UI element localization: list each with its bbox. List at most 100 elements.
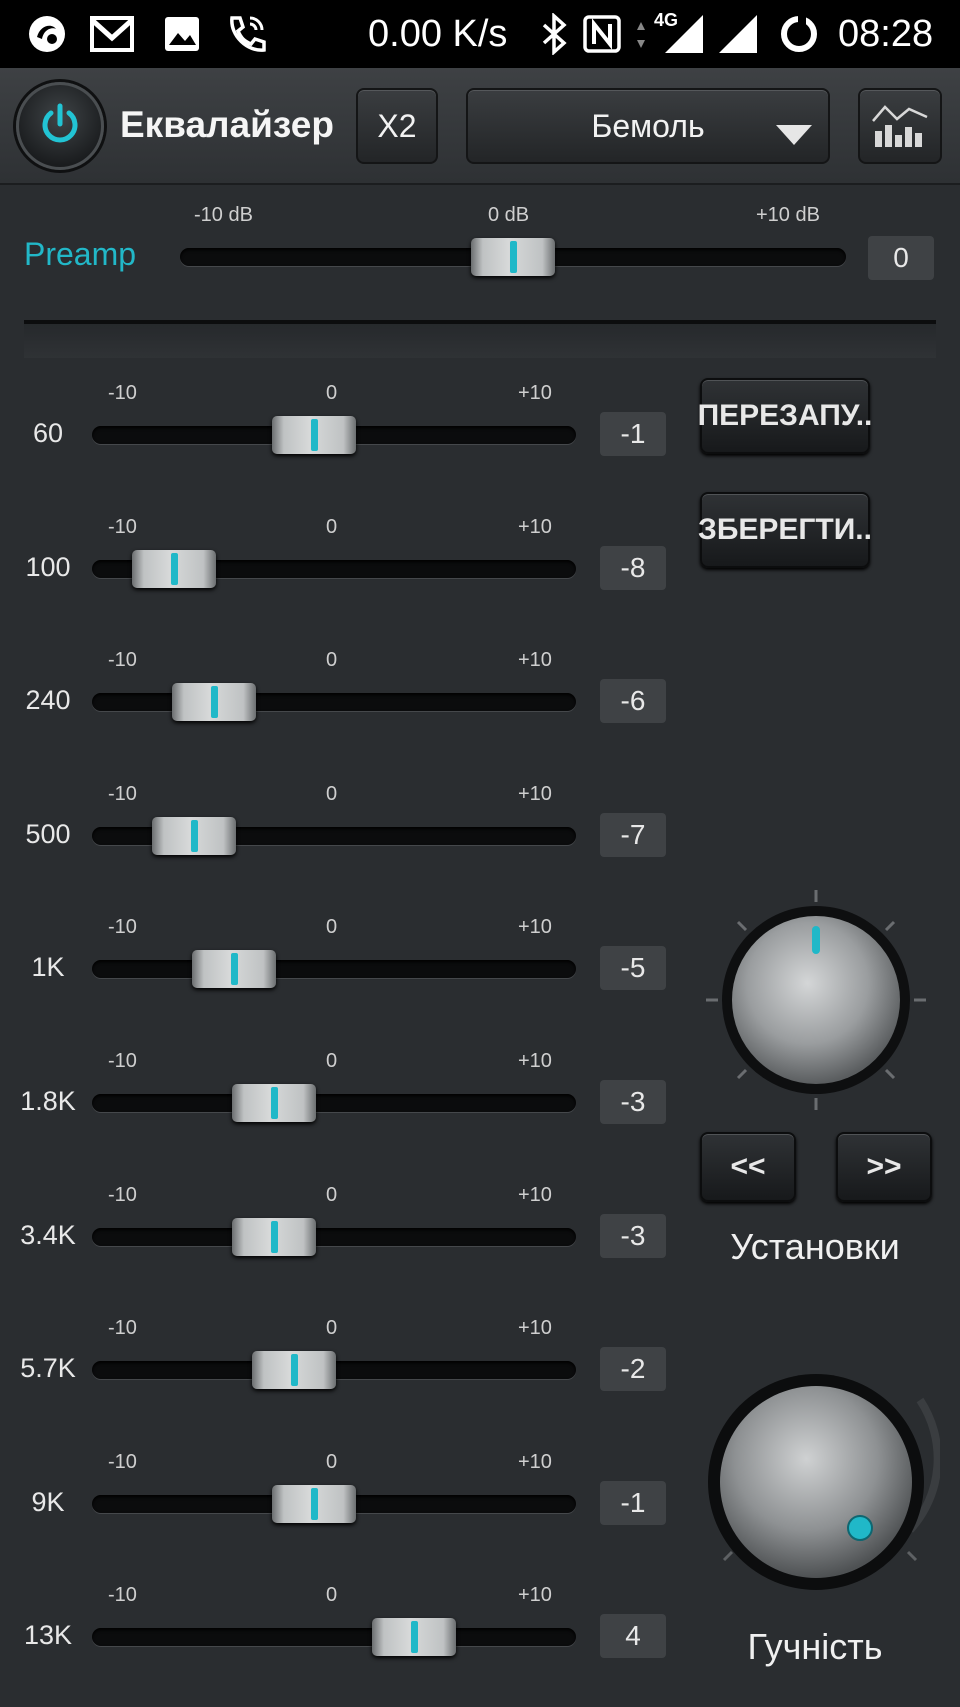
band-frequency-label: 500 bbox=[25, 819, 71, 849]
band-tick-min: -10 bbox=[108, 382, 137, 404]
spectrum-graph-button[interactable] bbox=[858, 88, 942, 164]
band-tick-mid: 0 bbox=[326, 649, 338, 671]
band-tick-min: -10 bbox=[108, 1184, 137, 1206]
divider bbox=[24, 320, 936, 358]
preset-value: Бемоль bbox=[591, 107, 705, 144]
band-tick-max: +10 bbox=[518, 1317, 552, 1339]
signal-icon bbox=[662, 12, 706, 56]
band-tick-min: -10 bbox=[108, 1317, 137, 1339]
band-slider-thumb[interactable] bbox=[372, 1618, 456, 1656]
preamp-tick-max: +10 dB bbox=[756, 204, 820, 226]
band-value: -2 bbox=[600, 1347, 666, 1391]
band-frequency-label: 240 bbox=[25, 685, 71, 715]
band-value: -1 bbox=[600, 412, 666, 456]
preset-dropdown[interactable]: Бемоль bbox=[466, 88, 830, 164]
band-tick-max: +10 bbox=[518, 516, 552, 538]
band-slider-track[interactable] bbox=[92, 693, 576, 711]
band-tick-max: +10 bbox=[518, 1584, 552, 1606]
band-slider-thumb[interactable] bbox=[232, 1218, 316, 1256]
save-label: ЗБЕРЕГТИ.. bbox=[698, 513, 872, 546]
band-tick-mid: 0 bbox=[326, 1451, 338, 1473]
band-tick-max: +10 bbox=[518, 783, 552, 805]
band-slider-thumb[interactable] bbox=[272, 416, 356, 454]
band-tick-max: +10 bbox=[518, 1451, 552, 1473]
save-button[interactable]: ЗБЕРЕГТИ.. bbox=[698, 492, 872, 568]
band-slider-thumb[interactable] bbox=[152, 817, 236, 855]
band-tick-mid: 0 bbox=[326, 783, 338, 805]
page-title: Еквалайзер bbox=[120, 104, 334, 145]
wifi-calling-icon bbox=[222, 12, 270, 56]
band-frequency-label: 5.7K bbox=[20, 1353, 76, 1383]
band-slider-thumb[interactable] bbox=[272, 1485, 356, 1523]
band-tick-max: +10 bbox=[518, 1050, 552, 1072]
band-slider-thumb[interactable] bbox=[132, 550, 216, 588]
band-frequency-label: 3.4K bbox=[20, 1220, 76, 1250]
volume-knob-label: Гучність bbox=[747, 1626, 883, 1667]
band-slider-track[interactable] bbox=[92, 1228, 576, 1246]
power-icon bbox=[37, 101, 83, 152]
band-tick-max: +10 bbox=[518, 649, 552, 671]
clock: 08:28 bbox=[838, 13, 934, 55]
x2-button[interactable]: X2 bbox=[356, 88, 438, 164]
band-frequency-label: 100 bbox=[25, 552, 71, 582]
signal-icon bbox=[716, 12, 760, 56]
spectrum-graph-icon bbox=[869, 97, 931, 156]
preamp-slider-thumb[interactable] bbox=[471, 238, 555, 276]
band-value: 4 bbox=[600, 1614, 666, 1658]
band-frequency-label: 1.8K bbox=[20, 1086, 76, 1116]
band-tick-max: +10 bbox=[518, 1184, 552, 1206]
band-frequency-label: 9K bbox=[31, 1487, 65, 1517]
band-tick-mid: 0 bbox=[326, 1317, 338, 1339]
band-tick-min: -10 bbox=[108, 916, 137, 938]
volume-knob[interactable] bbox=[700, 1370, 942, 1590]
net-speed: 0.00 K/s bbox=[368, 13, 508, 55]
band-slider-track[interactable] bbox=[92, 1628, 576, 1646]
band-frequency-label: 13K bbox=[23, 1620, 73, 1650]
bluetooth-icon bbox=[534, 12, 574, 56]
band-tick-mid: 0 bbox=[326, 1584, 338, 1606]
app-header: Еквалайзер X2 Бемоль bbox=[0, 68, 960, 185]
band-tick-mid: 0 bbox=[326, 1050, 338, 1072]
band-slider-track[interactable] bbox=[92, 960, 576, 978]
settings-knob[interactable] bbox=[700, 884, 932, 1116]
reset-button[interactable]: ПЕРЕЗАПУ.. bbox=[697, 378, 873, 454]
band-slider-thumb[interactable] bbox=[172, 683, 256, 721]
band-frequency-label: 1K bbox=[31, 952, 65, 982]
band-tick-min: -10 bbox=[108, 516, 137, 538]
band-value: -1 bbox=[600, 1481, 666, 1525]
data-arrows-icon bbox=[634, 12, 648, 56]
sync-icon bbox=[776, 12, 822, 56]
band-slider-track[interactable] bbox=[92, 1094, 576, 1112]
band-tick-min: -10 bbox=[108, 1050, 137, 1072]
nfc-icon bbox=[580, 12, 624, 56]
prev-label: << bbox=[730, 1150, 766, 1183]
band-tick-min: -10 bbox=[108, 783, 137, 805]
gallery-icon bbox=[160, 12, 204, 56]
band-tick-max: +10 bbox=[518, 382, 552, 404]
gmail-icon bbox=[86, 12, 138, 56]
band-value: -7 bbox=[600, 813, 666, 857]
preamp-value: 0 bbox=[868, 236, 934, 280]
band-tick-mid: 0 bbox=[326, 916, 338, 938]
band-slider-thumb[interactable] bbox=[192, 950, 276, 988]
next-preset-button[interactable]: >> bbox=[836, 1132, 932, 1202]
reset-label: ПЕРЕЗАПУ.. bbox=[697, 399, 873, 432]
band-value: -6 bbox=[600, 679, 666, 723]
settings-knob-label: Установки bbox=[730, 1226, 900, 1267]
band-tick-mid: 0 bbox=[326, 1184, 338, 1206]
band-tick-mid: 0 bbox=[326, 382, 338, 404]
band-slider-thumb[interactable] bbox=[232, 1084, 316, 1122]
band-slider-thumb[interactable] bbox=[252, 1351, 336, 1389]
next-label: >> bbox=[866, 1150, 902, 1183]
band-frequency-label: 60 bbox=[32, 418, 64, 448]
band-tick-min: -10 bbox=[108, 1584, 137, 1606]
prev-preset-button[interactable]: << bbox=[700, 1132, 796, 1202]
band-tick-mid: 0 bbox=[326, 516, 338, 538]
preamp-tick-min: -10 dB bbox=[194, 204, 253, 226]
band-tick-min: -10 bbox=[108, 1451, 137, 1473]
band-value: -3 bbox=[600, 1214, 666, 1258]
band-value: -8 bbox=[600, 546, 666, 590]
status-bar: 0.00 K/s 4G 08:28 bbox=[0, 0, 960, 68]
preamp-label: Preamp bbox=[24, 236, 137, 272]
power-button[interactable] bbox=[16, 82, 104, 170]
